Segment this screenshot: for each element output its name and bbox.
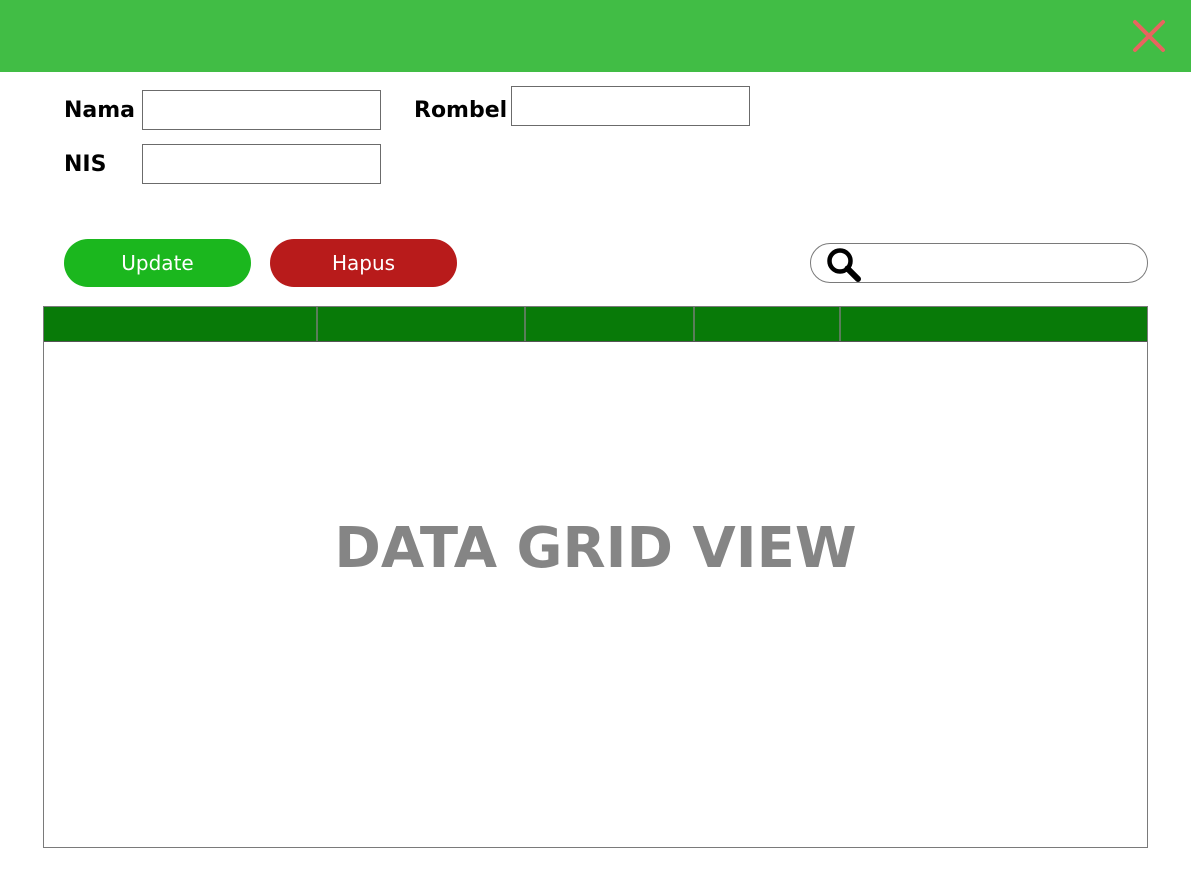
close-icon: [1133, 20, 1165, 52]
rombel-label: Rombel: [414, 98, 508, 123]
student-form-window: Nama NIS Rombel Update Hapus DATA GRID V…: [0, 0, 1191, 881]
data-grid-view[interactable]: DATA GRID VIEW: [43, 306, 1148, 848]
close-button[interactable]: [1128, 15, 1170, 57]
grid-column-header-4[interactable]: [695, 307, 841, 341]
delete-button[interactable]: Hapus: [270, 239, 457, 287]
grid-placeholder-text: DATA GRID VIEW: [334, 516, 857, 581]
nama-label: Nama: [64, 98, 136, 123]
update-button[interactable]: Update: [64, 239, 251, 287]
nama-input[interactable]: [142, 90, 381, 130]
grid-column-header-2[interactable]: [318, 307, 526, 341]
nis-label: NIS: [64, 152, 107, 177]
grid-column-header-1[interactable]: [44, 307, 318, 341]
nis-input[interactable]: [142, 144, 381, 184]
search-icon: [827, 248, 861, 282]
grid-column-header-3[interactable]: [526, 307, 695, 341]
rombel-input[interactable]: [511, 86, 750, 126]
search-box[interactable]: [810, 243, 1148, 283]
grid-column-header-5[interactable]: [841, 307, 1147, 341]
title-bar: [0, 0, 1191, 72]
grid-header-row: [44, 307, 1147, 342]
search-input[interactable]: [869, 248, 1139, 280]
